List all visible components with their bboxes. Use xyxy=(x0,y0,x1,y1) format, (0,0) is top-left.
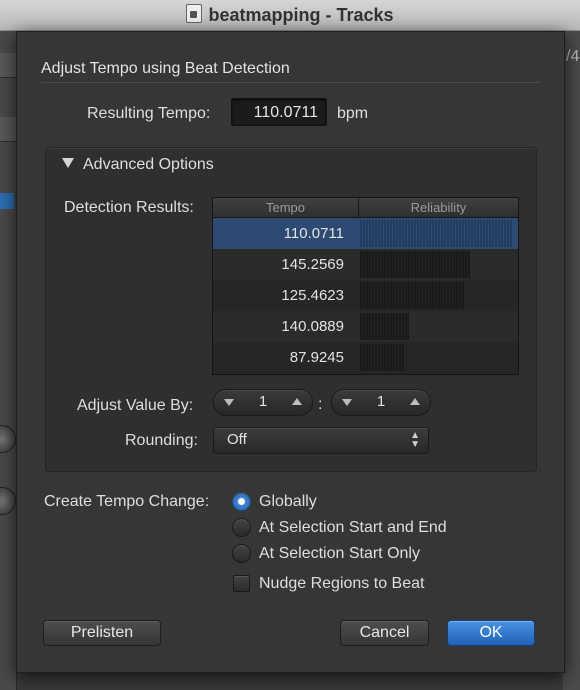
radio-selection-start-end[interactable] xyxy=(232,518,251,537)
advanced-options-label[interactable]: Advanced Options xyxy=(83,156,214,174)
rounding-label: Rounding: xyxy=(125,432,198,449)
nudge-regions-checkbox[interactable] xyxy=(233,575,250,592)
bpm-unit-label: bpm xyxy=(337,105,369,122)
popup-arrows-icon: ▲ ▼ xyxy=(410,430,420,450)
column-header-tempo[interactable]: Tempo xyxy=(213,200,358,215)
reliability-bar xyxy=(360,220,513,247)
adjust-value-stepper-right[interactable]: 1 xyxy=(331,389,431,416)
disclosure-triangle-icon[interactable] xyxy=(62,158,74,168)
document-icon xyxy=(186,4,203,23)
radio-globally[interactable] xyxy=(232,492,251,511)
prelisten-button[interactable]: Prelisten xyxy=(43,620,161,646)
adjust-value-separator: : xyxy=(318,396,323,413)
background-knob-icon xyxy=(0,487,16,515)
rounding-popup[interactable]: Off ▲ ▼ xyxy=(213,427,429,454)
radio-selection-start-only[interactable] xyxy=(232,544,251,563)
adjust-tempo-dialog: Adjust Tempo using Beat Detection Result… xyxy=(16,31,565,673)
background-right-area xyxy=(563,31,580,690)
reliability-bar xyxy=(360,344,404,371)
detection-results-table[interactable]: Tempo Reliability 110.0711 145.2569 125.46… xyxy=(212,197,519,375)
option-selection-start-only-label[interactable]: At Selection Start Only xyxy=(259,545,420,563)
tempo-cell: 125.4623 xyxy=(281,287,344,304)
title-divider xyxy=(41,82,540,83)
table-row[interactable]: 110.0711 xyxy=(213,218,518,249)
tempo-cell: 110.0711 xyxy=(283,225,344,242)
increment-arrow-icon[interactable] xyxy=(410,398,420,405)
tempo-cell: 140.0889 xyxy=(281,318,344,335)
create-tempo-change-label: Create Tempo Change: xyxy=(44,493,210,510)
adjust-value-label: Adjust Value By: xyxy=(77,397,194,414)
table-row[interactable]: 125.4623 xyxy=(213,280,518,311)
advanced-options-box: Advanced Options Detection Results: Temp… xyxy=(45,147,537,472)
detection-results-label: Detection Results: xyxy=(64,199,194,216)
ok-button[interactable]: OK xyxy=(447,620,535,646)
table-row[interactable]: 145.2569 xyxy=(213,249,518,280)
table-header: Tempo Reliability xyxy=(213,198,518,218)
reliability-bar xyxy=(360,282,464,309)
table-row[interactable]: 87.9245 xyxy=(213,342,518,373)
tempo-cell: 145.2569 xyxy=(281,256,344,273)
reliability-bar xyxy=(360,251,470,278)
column-header-reliability[interactable]: Reliability xyxy=(359,200,518,215)
table-row[interactable]: 140.0889 xyxy=(213,311,518,342)
nudge-regions-label[interactable]: Nudge Regions to Beat xyxy=(259,575,424,593)
option-globally-label[interactable]: Globally xyxy=(259,493,317,511)
background-track-icon xyxy=(0,193,14,209)
increment-arrow-icon[interactable] xyxy=(292,398,302,405)
resulting-tempo-field[interactable]: 110.0711 xyxy=(231,98,327,126)
background-knob-icon xyxy=(0,425,16,453)
rounding-value: Off xyxy=(227,431,247,448)
app-titlebar: beatmapping - Tracks xyxy=(0,0,580,31)
background-signature-fragment: /4 xyxy=(566,48,580,65)
cancel-button[interactable]: Cancel xyxy=(340,620,429,646)
tempo-cell: 87.9245 xyxy=(289,349,344,366)
reliability-bar xyxy=(360,313,409,340)
adjust-value-stepper-left[interactable]: 1 xyxy=(213,389,313,416)
background-track-area xyxy=(0,31,17,690)
option-selection-start-end-label[interactable]: At Selection Start and End xyxy=(259,519,447,537)
window-title: beatmapping - Tracks xyxy=(0,4,580,26)
resulting-tempo-label: Resulting Tempo: xyxy=(87,105,211,122)
dialog-title: Adjust Tempo using Beat Detection xyxy=(41,60,290,77)
